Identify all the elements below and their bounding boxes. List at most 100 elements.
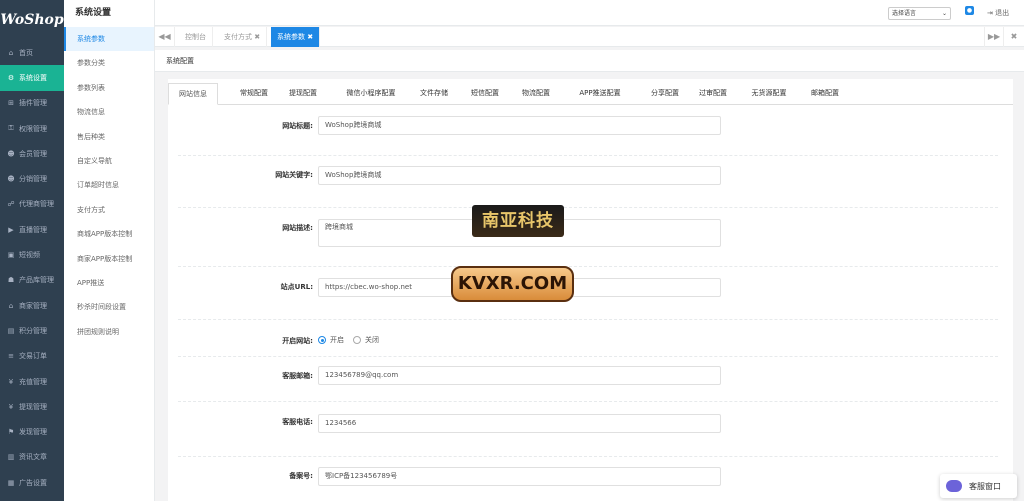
nav-item-11[interactable]: ▤ 积分管理 <box>0 318 64 343</box>
nav-icon: ▥ <box>7 453 15 462</box>
nav-item-label: 商家管理 <box>19 301 47 310</box>
nav-item-16[interactable]: ▥ 资讯文章 <box>0 445 64 470</box>
config-tab[interactable]: 物流配置 <box>518 83 554 105</box>
config-tab[interactable]: 微信小程序配置 <box>340 83 402 105</box>
config-tab[interactable]: 分享配置 <box>647 83 683 105</box>
config-tab[interactable]: 提现配置 <box>285 83 321 105</box>
config-tab[interactable]: APP推送配置 <box>572 83 628 105</box>
open-site-label: 开启网站: <box>282 337 313 345</box>
nav-icon: ⚑ <box>7 428 15 437</box>
sub-menu-item[interactable]: 支付方式 <box>64 198 154 222</box>
nav-item-label: 代理商管理 <box>19 200 54 209</box>
sub-menu-item[interactable]: 自定义导航 <box>64 149 154 173</box>
close-all-tabs-button[interactable]: ✖ <box>1004 27 1024 47</box>
email-input[interactable]: 123456789@qq.com <box>318 366 721 385</box>
page-tab-bar: ◀◀ 控制台 支付方式 ✖ 系统参数 ✖ ▶▶ ✖ <box>155 27 1024 47</box>
config-tab[interactable]: 邮箱配置 <box>807 83 843 105</box>
top-bar: 选择语言 ⌄ ● ⇥ 退出 <box>155 0 1024 26</box>
phone-input[interactable]: 1234566 <box>318 414 721 433</box>
nav-item-3[interactable]: ⚿ 权限管理 <box>0 116 64 141</box>
page-tab[interactable]: 支付方式 ✖ <box>218 27 268 47</box>
nav-item-label: 提现管理 <box>19 402 47 411</box>
config-tab[interactable]: 短信配置 <box>467 83 503 105</box>
notification-icon[interactable]: ● <box>965 6 974 15</box>
nav-item-5[interactable]: ☻ 分销管理 <box>0 166 64 191</box>
sub-menu-item[interactable]: 商城APP版本控制 <box>64 222 154 246</box>
url-label: 站点URL: <box>280 283 313 291</box>
config-tab[interactable]: 网站信息 <box>168 83 218 105</box>
watermark-site: KVXR.COM <box>451 266 574 302</box>
nav-item-label: 权限管理 <box>19 124 47 133</box>
nav-item-label: 积分管理 <box>19 326 47 335</box>
form-row-description: 网站描述: 跨境商城 <box>178 208 998 267</box>
sub-menu-item[interactable]: 拼团规则说明 <box>64 320 154 344</box>
nav-icon: ▤ <box>7 326 15 335</box>
nav-item-4[interactable]: ☻ 会员管理 <box>0 141 64 166</box>
email-label: 客服邮箱: <box>282 372 313 380</box>
nav-item-17[interactable]: ▦ 广告设置 <box>0 470 64 495</box>
open-site-on-radio[interactable]: 开启 <box>318 335 344 345</box>
config-form: 网站信息 常规配置 提现配置 微信小程序配置 文件存储 短信配置 物流配置 APP推送配置 分享… <box>168 79 1013 501</box>
nav-item-label: 系统设置 <box>19 73 47 82</box>
sub-menu-item[interactable]: 商家APP版本控制 <box>64 247 154 271</box>
sub-menu-item[interactable]: 参数列表 <box>64 76 154 100</box>
nav-item-14[interactable]: ¥ 提现管理 <box>0 394 64 419</box>
nav-icon: ☻ <box>7 175 15 184</box>
logout-label: 退出 <box>995 9 1010 17</box>
form-row-keywords: 网站关键字: WoShop跨境商城 <box>178 156 998 208</box>
sub-menu-item[interactable]: 参数分类 <box>64 51 154 75</box>
main-sidebar: WoShop ⌂ 首页 ⚙ 系统设置 ⊞ 插件管理 ⚿ 权限管理 ☻ 会员管理 ☻ 分销管理 ☍ 代理商管… <box>0 0 64 501</box>
sub-menu-item[interactable]: 订单超时信息 <box>64 173 154 197</box>
nav-item-10[interactable]: ⌂ 商家管理 <box>0 293 64 318</box>
customer-service-button[interactable]: 客服窗口 <box>940 474 1017 498</box>
config-tab[interactable]: 无货源配置 <box>746 83 792 105</box>
nav-item-2[interactable]: ⊞ 插件管理 <box>0 91 64 116</box>
logout-icon: ⇥ <box>987 9 993 17</box>
form-row-site-title: 网站标题: WoShop跨境商城 <box>178 112 998 156</box>
sub-menu-item[interactable]: APP推送 <box>64 271 154 295</box>
nav-item-15[interactable]: ⚑ 发现管理 <box>0 419 64 444</box>
logout-button[interactable]: ⇥ 退出 <box>987 8 1009 18</box>
icp-label: 备案号: <box>289 472 313 480</box>
nav-item-13[interactable]: ¥ 充值管理 <box>0 369 64 394</box>
sub-menu-item[interactable]: 售后种类 <box>64 125 154 149</box>
icp-input[interactable]: 鄂ICP备123456789号 <box>318 467 721 486</box>
form-row-open-site: 开启网站: 开启 关闭 <box>178 320 998 357</box>
nav-item-12[interactable]: ≡ 交易订单 <box>0 344 64 369</box>
customer-service-label: 客服窗口 <box>969 481 1001 491</box>
form-row-email: 客服邮箱: 123456789@qq.com <box>178 357 998 402</box>
nav-item-6[interactable]: ☍ 代理商管理 <box>0 192 64 217</box>
sub-menu-title: 系统设置 <box>75 8 112 18</box>
phone-label: 客服电话: <box>282 418 313 426</box>
chat-bubble-icon <box>946 480 962 492</box>
nav-item-1[interactable]: ⚙ 系统设置 <box>0 65 64 91</box>
page-tab[interactable]: 系统参数 ✖ <box>271 27 321 47</box>
nav-item-8[interactable]: ▣ 短视频 <box>0 242 64 267</box>
nav-icon: ☻ <box>7 149 15 158</box>
nav-item-label: 短视频 <box>19 251 40 260</box>
page-tab[interactable]: 控制台 <box>179 27 213 47</box>
open-site-off-radio[interactable]: 关闭 <box>353 335 379 345</box>
nav-icon: ⚿ <box>8 124 14 133</box>
nav-item-label: 资讯文章 <box>19 453 47 462</box>
config-tab[interactable]: 文件存储 <box>416 83 452 105</box>
config-tab[interactable]: 常规配置 <box>236 83 272 105</box>
nav-item-7[interactable]: ▶ 直播管理 <box>0 217 64 242</box>
sub-menu-item[interactable]: 物流信息 <box>64 100 154 124</box>
tab-scroll-right-button[interactable]: ▶▶ <box>984 27 1004 47</box>
nav-icon: ⚙ <box>7 73 15 82</box>
nav-item-0[interactable]: ⌂ 首页 <box>0 40 64 65</box>
site-title-input[interactable]: WoShop跨境商城 <box>318 116 721 135</box>
tab-scroll-left-button[interactable]: ◀◀ <box>155 27 175 47</box>
nav-icon: ¥ <box>8 377 14 386</box>
config-tab[interactable]: 过审配置 <box>695 83 731 105</box>
nav-icon: ☍ <box>7 200 15 209</box>
form-row-phone: 客服电话: 1234566 <box>178 402 998 457</box>
watermark-logo: 南亚科技 <box>472 205 564 237</box>
sub-menu: 系统设置 系统参数 参数分类 参数列表 物流信息 售后种类 自定义导航 订单超时信息 支付方式… <box>64 0 155 501</box>
keywords-input[interactable]: WoShop跨境商城 <box>318 166 721 185</box>
nav-item-9[interactable]: ☗ 产品库管理 <box>0 268 64 293</box>
language-select[interactable]: 选择语言 ⌄ <box>888 7 951 20</box>
sub-menu-item[interactable]: 秒杀时间段设置 <box>64 295 154 319</box>
sub-menu-item[interactable]: 系统参数 <box>64 27 154 52</box>
